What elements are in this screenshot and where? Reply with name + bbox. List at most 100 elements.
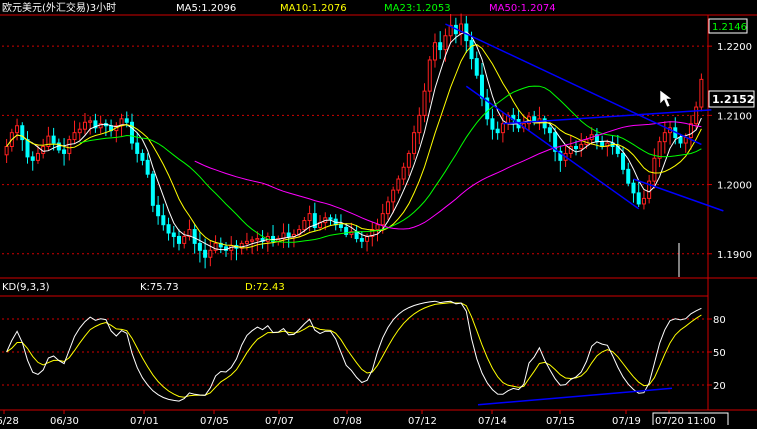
candle-body <box>72 132 77 141</box>
candle-body <box>4 146 9 156</box>
kd-tick-label: 50 <box>713 348 726 359</box>
time-tick-label: 07/05 <box>200 416 229 425</box>
candle-body <box>631 182 636 194</box>
time-tick-label: 06/30 <box>50 416 79 425</box>
ma-label-ma50: MA50:1.2074 <box>489 3 556 14</box>
candle-body <box>161 215 166 226</box>
candle-body <box>422 90 427 116</box>
candle-body <box>375 224 380 231</box>
candle-body <box>579 143 584 150</box>
candle-body <box>140 152 145 161</box>
ma23-line <box>79 85 702 243</box>
candle-body <box>657 141 662 159</box>
kd-title: KD(9,3,3) <box>2 282 50 293</box>
candle-body <box>166 224 171 234</box>
candle-body <box>500 123 505 134</box>
candle-body <box>694 106 699 125</box>
candle-body <box>203 249 208 258</box>
candle-body <box>417 114 422 134</box>
candle-body <box>244 240 249 244</box>
chart-title: 欧元美元(外汇交易)3小时 <box>2 1 116 14</box>
time-tick-label: 07/15 <box>546 416 575 425</box>
ma-label-ma23: MA23:1.2053 <box>384 3 451 14</box>
candle-body <box>495 128 500 134</box>
candle-body <box>250 239 255 242</box>
candle-body <box>469 40 474 60</box>
candle-body <box>145 159 150 175</box>
candle-body <box>391 189 396 203</box>
price-tick-label: 1.2000 <box>717 181 752 192</box>
candle-body <box>641 197 646 205</box>
candle-body <box>385 201 390 215</box>
time-tick-label: 07/08 <box>333 416 362 425</box>
candle-body <box>621 152 626 170</box>
candle-body <box>62 149 67 154</box>
candle-body <box>46 135 51 148</box>
kd-trend-line <box>477 387 673 406</box>
mouse-cursor-icon <box>659 89 673 108</box>
candle-body <box>380 213 385 226</box>
candle-body <box>328 217 333 220</box>
candle-body <box>474 58 479 76</box>
candle-body <box>286 232 291 237</box>
candle-body <box>192 229 197 244</box>
ma-label-ma5: MA5:1.2096 <box>176 3 236 14</box>
candle-body <box>255 238 260 241</box>
candle-body <box>438 42 443 51</box>
candle-body <box>124 118 129 123</box>
candle-body <box>574 146 579 150</box>
time-tick-label: 07/01 <box>130 416 159 425</box>
candle-body <box>150 173 155 206</box>
candle-body <box>443 35 448 51</box>
candle-body <box>652 157 657 182</box>
candle-body <box>307 213 312 222</box>
candle-body <box>208 249 213 258</box>
candle-body <box>636 192 641 205</box>
candle-body <box>77 128 82 134</box>
candle-body <box>406 152 411 168</box>
time-tick-label: 07/20 11:00 <box>655 416 716 425</box>
candle-body <box>25 139 30 158</box>
support-line <box>633 178 724 212</box>
candle-body <box>338 224 343 228</box>
candle-body <box>88 120 93 123</box>
time-tick-label: 06/28 <box>0 416 19 425</box>
candle-body <box>432 42 437 61</box>
kd-k-line <box>6 300 702 402</box>
time-tick-label: 07/14 <box>478 416 507 425</box>
chart-window: 欧元美元(外汇交易)3小时 MA5:1.2096 MA10:1.2076 MA23:… <box>0 0 757 427</box>
candle-body <box>354 231 359 240</box>
kd-d-line <box>6 302 702 398</box>
candle-body <box>427 59 432 92</box>
price-tick-label: 1.2200 <box>717 42 752 53</box>
candle-body <box>678 137 683 144</box>
candle-body <box>171 232 176 237</box>
candle-body <box>302 220 307 231</box>
candle-body <box>35 152 40 161</box>
kd-tick-label: 80 <box>713 315 726 326</box>
last-price-label: 1.2152 <box>712 93 754 106</box>
candle-body <box>600 141 605 147</box>
candle-body <box>396 178 401 191</box>
candle-body <box>401 166 406 180</box>
time-tick-label: 07/19 <box>612 416 641 425</box>
candle-body <box>365 235 370 242</box>
chart-canvas: 欧元美元(外汇交易)3小时 MA5:1.2096 MA10:1.2076 MA23:… <box>0 1 757 427</box>
candle-body <box>359 238 364 242</box>
ma50-line <box>194 121 702 230</box>
candle-body <box>547 127 552 134</box>
candle-body <box>479 74 484 99</box>
top-value-label: 1.2146 <box>712 22 747 33</box>
kd-k-label: K:75.73 <box>140 282 179 293</box>
candle-body <box>15 125 20 134</box>
candle-body <box>626 168 631 184</box>
candle-body <box>156 204 161 217</box>
candle-body <box>135 142 140 154</box>
price-tick-label: 1.2100 <box>717 111 752 122</box>
ma-label-ma10: MA10:1.2076 <box>280 3 347 14</box>
candle-body <box>688 123 693 139</box>
candle-body <box>490 118 495 130</box>
price-tick-label: 1.1900 <box>717 250 752 261</box>
candle-body <box>30 156 35 161</box>
candle-body <box>197 242 202 251</box>
